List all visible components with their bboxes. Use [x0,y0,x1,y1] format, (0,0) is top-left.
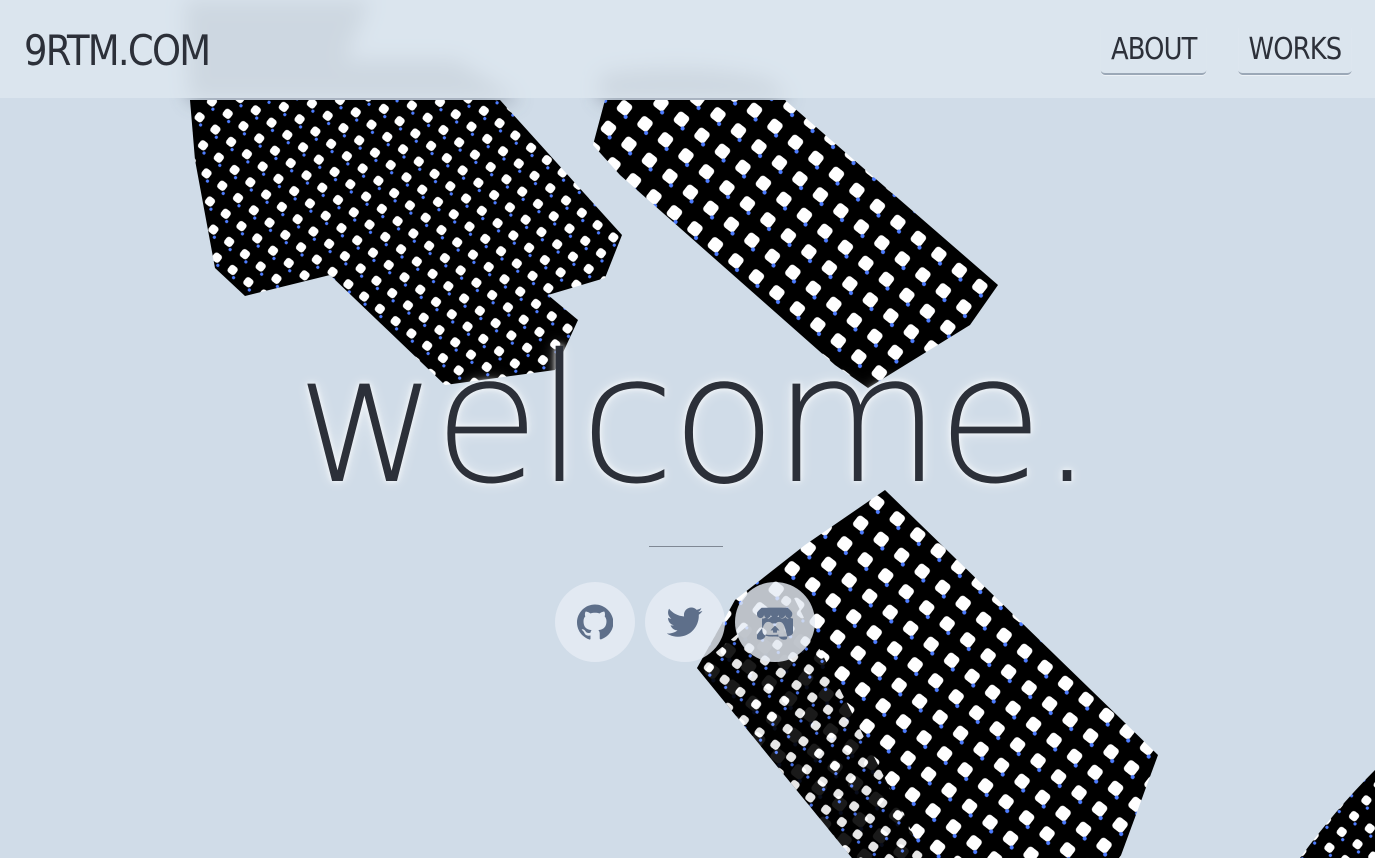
github-button[interactable] [555,582,635,662]
nav-about-link[interactable]: ABOUT [1100,27,1207,75]
github-icon [577,604,613,640]
itchio-button[interactable] [735,582,815,662]
itchio-icon [757,607,793,640]
social-links [555,582,815,662]
hero-title: welcome. [296,316,1094,523]
hero-divider [649,546,723,547]
twitter-button[interactable] [645,582,725,662]
site-header: 9RTM.COM ABOUT WORKS [0,0,1375,98]
nav-works-link[interactable]: WORKS [1238,27,1352,75]
twitter-icon [667,607,703,637]
site-logo[interactable]: 9RTM.COM [24,20,211,82]
halftone-ring-arc [1300,770,1375,858]
hero-section: welcome. [0,320,1375,520]
main-nav: ABOUT WORKS [1092,27,1361,75]
